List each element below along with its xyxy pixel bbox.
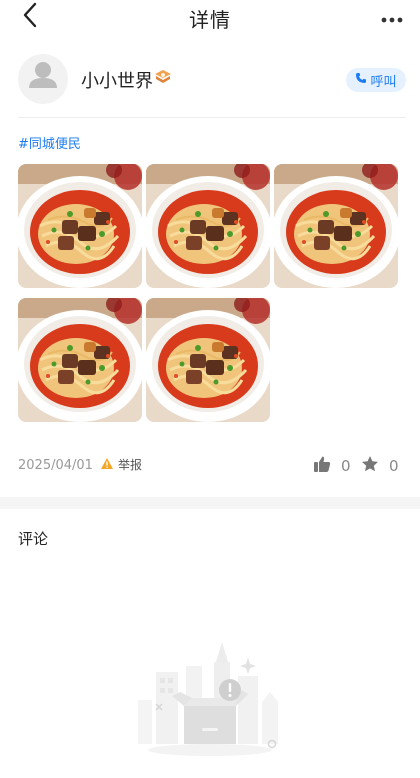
warning-icon: [100, 457, 114, 473]
avatar[interactable]: [18, 54, 68, 104]
user-name[interactable]: 小小世界: [81, 67, 153, 93]
post-date: 2025/04/01: [18, 458, 93, 473]
divider: [18, 117, 406, 118]
beef-noodle-photo-icon: [146, 298, 270, 422]
like-button[interactable]: 0: [313, 455, 351, 477]
post-photo-2[interactable]: [146, 164, 270, 288]
post-photo-3[interactable]: [274, 164, 398, 288]
user-placeholder-icon: [18, 54, 68, 104]
more-dots-icon: [381, 8, 403, 27]
more-button[interactable]: [378, 6, 406, 28]
favorite-button[interactable]: 0: [361, 455, 399, 477]
detail-page: 详情 小小世界 呼叫 #同城便民 2025/04/01 举报 0 0 评论: [0, 0, 420, 778]
topic-tag[interactable]: #同城便民: [18, 133, 81, 152]
beef-noodle-photo-icon: [146, 164, 270, 288]
report-button[interactable]: 举报: [100, 456, 142, 473]
beef-noodle-photo-icon: [18, 298, 142, 422]
beef-noodle-photo-icon: [274, 164, 398, 288]
call-button[interactable]: 呼叫: [346, 68, 406, 92]
post-photo-4[interactable]: [18, 298, 142, 422]
post-photo-1[interactable]: [18, 164, 142, 288]
star-icon: [361, 455, 379, 477]
empty-comments-illustration: [130, 632, 290, 762]
call-label: 呼叫: [370, 74, 397, 90]
empty-box-icon: [130, 642, 290, 766]
page-title: 详情: [189, 8, 231, 32]
like-count: 0: [341, 457, 351, 475]
phone-icon: [355, 72, 367, 88]
post-photo-5[interactable]: [146, 298, 270, 422]
report-label: 举报: [118, 458, 143, 472]
favorite-count: 0: [389, 457, 399, 475]
comments-heading: 评论: [18, 530, 49, 548]
beef-noodle-photo-icon: [18, 164, 142, 288]
top-bar: 详情: [0, 0, 420, 36]
author-row: 小小世界 呼叫: [18, 54, 406, 106]
section-separator: [0, 497, 420, 509]
level-badge-icon: [153, 67, 173, 87]
thumbs-up-icon: [313, 455, 331, 477]
